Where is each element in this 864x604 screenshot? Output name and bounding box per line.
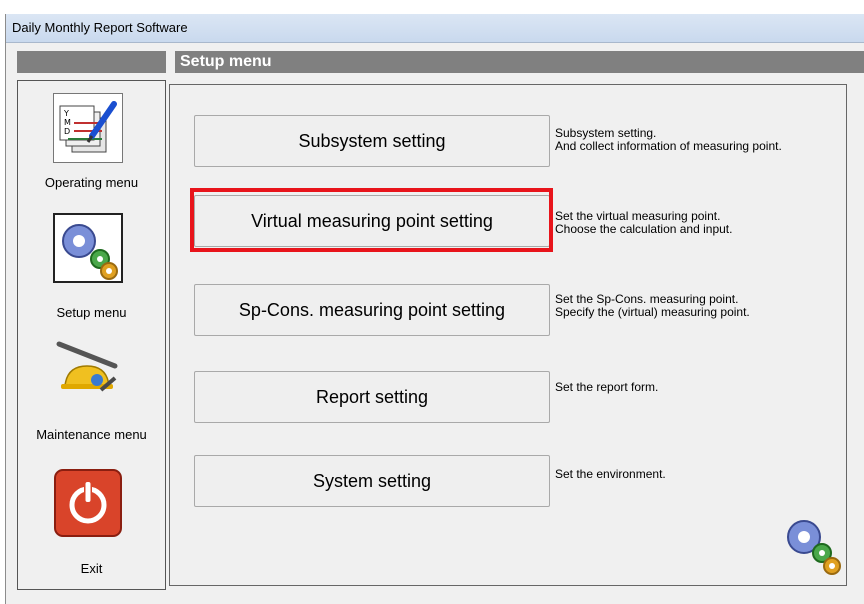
description-line: Specify the (virtual) measuring point.	[555, 305, 750, 319]
sidebar-item-label: Operating menu	[44, 175, 139, 190]
system-setting-description: Set the environment.	[555, 468, 666, 481]
sidebar-item-label: Setup menu	[56, 305, 127, 320]
gears-icon	[780, 513, 844, 577]
subsystem-setting-button[interactable]: Subsystem setting	[194, 115, 550, 167]
svg-text:Y: Y	[63, 109, 69, 118]
report-setting-description: Set the report form.	[555, 381, 658, 394]
description-line: Set the environment.	[555, 467, 666, 481]
calendar-edit-icon[interactable]: Y M D	[53, 93, 123, 163]
window-title: Daily Monthly Report Software	[12, 20, 188, 35]
sidebar: Y M D Operating menu Setup menu Maintena…	[17, 80, 166, 590]
virtual-measuring-point-description: Set the virtual measuring point. Choose …	[555, 210, 732, 236]
power-icon[interactable]	[53, 468, 123, 538]
subsystem-setting-description: Subsystem setting. And collect informati…	[555, 127, 782, 153]
system-setting-button[interactable]: System setting	[194, 455, 550, 507]
svg-text:D: D	[64, 127, 70, 136]
title-bar: Daily Monthly Report Software	[6, 14, 864, 43]
setup-panel: Subsystem setting Subsystem setting. And…	[169, 84, 847, 586]
app-window: Daily Monthly Report Software Setup menu…	[5, 14, 864, 604]
svg-text:M: M	[64, 118, 71, 127]
gears-icon[interactable]	[53, 213, 123, 283]
sidebar-item-exit[interactable]: Exit	[18, 451, 165, 587]
description-line: And collect information of measuring poi…	[555, 139, 782, 153]
menu-header-bar: Setup menu	[175, 51, 864, 73]
sp-cons-measuring-point-description: Set the Sp-Cons. measuring point. Specif…	[555, 293, 750, 319]
highlight-box	[190, 188, 553, 252]
sidebar-item-label: Maintenance menu	[36, 427, 147, 442]
sidebar-item-label: Exit	[80, 561, 103, 576]
tools-helmet-icon[interactable]	[53, 330, 123, 400]
sp-cons-measuring-point-setting-button[interactable]: Sp-Cons. measuring point setting	[194, 284, 550, 336]
sidebar-header-bar	[17, 51, 166, 73]
sidebar-item-setup-menu[interactable]: Setup menu	[18, 201, 165, 326]
page-title: Setup menu	[180, 53, 272, 70]
sidebar-item-maintenance-menu[interactable]: Maintenance menu	[18, 326, 165, 451]
description-line: Set the report form.	[555, 380, 659, 394]
sidebar-item-operating-menu[interactable]: Y M D Operating menu	[18, 81, 165, 201]
description-line: Choose the calculation and input.	[555, 222, 733, 236]
report-setting-button[interactable]: Report setting	[194, 371, 550, 423]
